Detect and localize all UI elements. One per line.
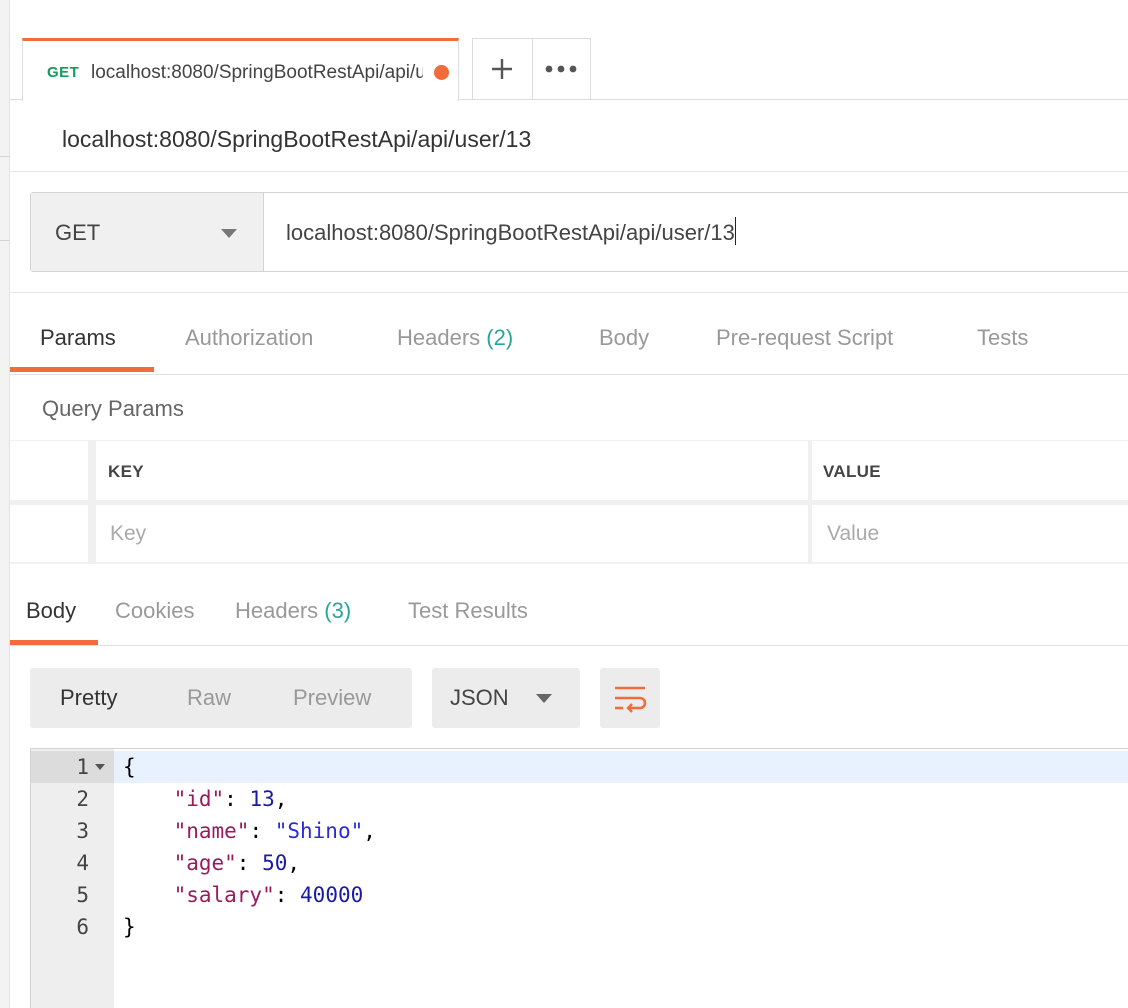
url-input[interactable]: localhost:8080/SpringBootRestApi/api/use… [286, 217, 736, 246]
view-mode-group: Pretty Raw Preview [30, 668, 412, 728]
tab-headers[interactable]: Headers (2) [397, 325, 513, 351]
tab-actions [472, 38, 591, 99]
json-comma: , [363, 819, 376, 843]
request-tabs: Params Authorization Headers (2) Body Pr… [10, 293, 1128, 375]
active-tab-indicator [10, 367, 154, 372]
sidebar-divider [0, 240, 10, 241]
wrap-lines-button[interactable] [600, 668, 660, 728]
tab-cookies[interactable]: Cookies [115, 598, 194, 624]
language-select[interactable]: JSON [432, 668, 580, 728]
url-input-text: localhost:8080/SpringBootRestApi/api/use… [286, 220, 735, 245]
preview-button[interactable]: Preview [293, 685, 371, 711]
chevron-down-icon [221, 229, 237, 238]
request-tab[interactable]: GET localhost:8080/SpringBootRestApi/api… [22, 38, 459, 101]
tab-authorization[interactable]: Authorization [185, 325, 313, 351]
json-value: 40000 [300, 883, 364, 907]
query-params-title: Query Params [42, 396, 184, 421]
json-comma: , [274, 787, 288, 811]
open-brace: { [123, 755, 136, 779]
tab-label: Params [40, 325, 116, 350]
line-number: 5 [76, 883, 89, 907]
code-line: "salary": 40000 [173, 883, 364, 907]
json-key: "name" [173, 819, 250, 843]
active-tab-indicator [10, 640, 98, 645]
tab-label: Test Results [408, 598, 528, 623]
json-value: 50 [262, 851, 288, 875]
json-value: 13 [249, 787, 275, 811]
line-number: 1 [76, 755, 89, 779]
tab-label: Body [26, 598, 77, 623]
raw-button[interactable]: Raw [187, 685, 231, 711]
text-cursor [734, 217, 736, 245]
url-bar: GET localhost:8080/SpringBootRestApi/api… [30, 192, 1128, 272]
key-header-cell: KEY [96, 441, 808, 500]
sidebar-divider [0, 156, 10, 157]
tab-response-body[interactable]: Body [26, 598, 76, 624]
method-select-label: GET [55, 220, 101, 245]
json-comma: , [287, 851, 301, 875]
value-input[interactable]: Value [812, 505, 1128, 562]
code-line: "id": 13, [173, 787, 288, 811]
request-tab-method: GET [47, 64, 80, 81]
tab-label: Headers [397, 325, 481, 350]
request-tab-title: localhost:8080/SpringBootRestApi/api/use… [91, 62, 423, 83]
active-line-highlight [31, 751, 1128, 783]
code-line: } [123, 911, 136, 943]
key-input[interactable]: Key [96, 505, 808, 562]
method-select[interactable]: GET [31, 193, 264, 271]
key-placeholder: Key [110, 522, 147, 545]
code-line: { [123, 751, 136, 783]
line-number: 4 [76, 851, 89, 875]
key-column-header: KEY [108, 462, 144, 481]
wrap-lines-icon [615, 686, 647, 713]
line-number: 6 [76, 915, 89, 939]
request-name[interactable]: localhost:8080/SpringBootRestApi/api/use… [62, 126, 531, 153]
tab-label: Pre-request Script [716, 325, 894, 350]
tab-label: Authorization [185, 325, 314, 350]
tab-tests[interactable]: Tests [977, 325, 1028, 351]
row-handle-cell [10, 505, 88, 562]
ellipsis-icon [545, 65, 577, 73]
tab-label: Cookies [115, 598, 195, 623]
json-key: "salary" [173, 883, 275, 907]
tab-label: Body [599, 325, 650, 350]
unsaved-indicator-icon [434, 65, 449, 80]
json-key: "id" [173, 787, 225, 811]
tab-count: (3) [324, 598, 352, 623]
tab-pre-request-script[interactable]: Pre-request Script [716, 325, 893, 351]
sidebar-edge [0, 0, 10, 1008]
tab-params[interactable]: Params [40, 325, 116, 351]
fold-caret-icon[interactable] [95, 764, 105, 770]
value-column-header: VALUE [823, 462, 881, 481]
more-tabs-button[interactable] [531, 39, 591, 99]
json-key: "age" [173, 851, 237, 875]
code-line: "name": "Shino", [173, 819, 376, 843]
row-handle-cell [10, 441, 88, 500]
response-tabs: Body Cookies Headers (3) Test Results [10, 580, 1128, 646]
line-number: 3 [76, 819, 89, 843]
chevron-down-icon [536, 694, 552, 703]
query-params-table: KEY VALUE Key Value [10, 440, 1128, 564]
code-line: "age": 50, [173, 851, 301, 875]
tab-response-headers[interactable]: Headers (3) [235, 598, 351, 624]
language-select-label: JSON [450, 685, 509, 710]
value-placeholder: Value [827, 522, 880, 545]
tab-count: (2) [486, 325, 514, 350]
tab-label: Tests [977, 325, 1029, 350]
close-brace: } [123, 915, 136, 939]
new-tab-button[interactable] [473, 39, 532, 99]
tab-test-results[interactable]: Test Results [408, 598, 528, 624]
json-value: "Shino" [274, 819, 364, 843]
line-number: 2 [76, 787, 89, 811]
tab-label: Headers [235, 598, 319, 623]
plus-icon [492, 59, 513, 79]
value-header-cell: VALUE [812, 441, 1128, 500]
tab-body[interactable]: Body [599, 325, 649, 351]
response-body-editor[interactable]: 1 2 3 4 5 6 { "id": 13, "name": "Shino",… [30, 748, 1128, 1008]
divider [10, 171, 1128, 172]
pretty-button[interactable]: Pretty [60, 685, 117, 711]
